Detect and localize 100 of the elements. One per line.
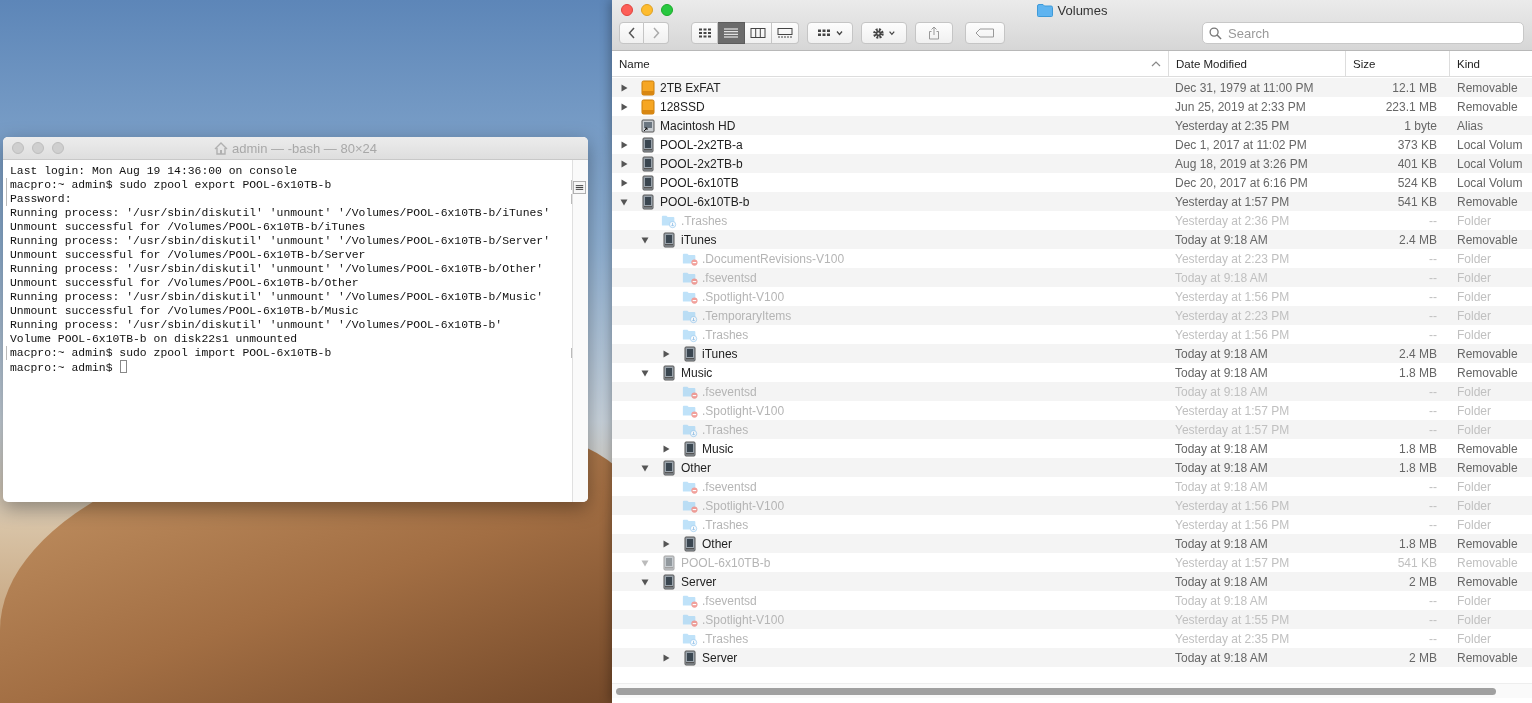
window-title: admin — -bash — 80×24: [232, 140, 377, 156]
kind-text: Removable: [1457, 99, 1518, 114]
size-text: 401 KB: [1397, 156, 1437, 171]
disclosure-triangle-icon[interactable]: [641, 368, 649, 377]
size-text: 2.4 MB: [1399, 232, 1437, 247]
file-row[interactable]: Server Today at 9:18 AM 2 MB Removable: [612, 648, 1532, 667]
gallery-view-button[interactable]: [772, 22, 799, 44]
disclosure-triangle-icon[interactable]: [620, 197, 628, 206]
size-text: 223.1 MB: [1385, 99, 1437, 114]
file-name: POOL-6x10TB: [660, 175, 739, 190]
action-menu-button[interactable]: [861, 22, 907, 44]
group-by-button[interactable]: [807, 22, 853, 44]
file-name: 128SSD: [660, 99, 705, 114]
file-row[interactable]: iTunes Today at 9:18 AM 2.4 MB Removable: [612, 230, 1532, 249]
disclosure-triangle-icon[interactable]: [662, 653, 670, 662]
disclosure-triangle-icon[interactable]: [641, 235, 649, 244]
size-text: 541 KB: [1397, 555, 1437, 570]
hard-drive-icon: [682, 535, 698, 552]
file-row[interactable]: Music Today at 9:18 AM 1.8 MB Removable: [612, 363, 1532, 382]
hard-drive-icon: [661, 459, 677, 476]
file-row[interactable]: POOL-2x2TB-a Dec 1, 2017 at 11:02 PM 373 KB Local Volum: [612, 135, 1532, 154]
disclosure-triangle-icon[interactable]: [641, 577, 649, 586]
share-icon: [928, 26, 940, 40]
file-row[interactable]: 2TB ExFAT Dec 31, 1979 at 11:00 PM 12.1 MB Removable: [612, 78, 1532, 97]
date-modified-text: Yesterday at 2:35 PM: [1175, 631, 1290, 646]
date-modified-text: Dec 31, 1979 at 11:00 PM: [1175, 80, 1314, 95]
columns-view-button[interactable]: [745, 22, 772, 44]
file-name: POOL-6x10TB-b: [681, 555, 771, 570]
size-text: --: [1429, 327, 1437, 342]
file-name: Server: [702, 650, 738, 665]
file-row[interactable]: iTunes Today at 9:18 AM 2.4 MB Removable: [612, 344, 1532, 363]
horizontal-scrollbar[interactable]: [612, 683, 1532, 698]
kind-text: Removable: [1457, 536, 1518, 551]
file-row[interactable]: POOL-6x10TB-b Yesterday at 1:57 PM 541 KB Removable: [612, 192, 1532, 211]
terminal-line: Running process: '/usr/sbin/diskutil' 'unmount' '/Volumes/POOL-6x10TB-b/Other': [9, 262, 545, 276]
file-name: Music: [702, 441, 734, 456]
file-row[interactable]: POOL-2x2TB-b Aug 18, 2019 at 3:26 PM 401 KB Local Volum: [612, 154, 1532, 173]
size-text: 541 KB: [1397, 194, 1437, 209]
disclosure-triangle-icon[interactable]: [620, 159, 628, 168]
column-header[interactable]: Size: [1345, 51, 1449, 76]
kind-text: Folder: [1457, 251, 1491, 266]
back-button[interactable]: [619, 22, 644, 44]
file-row[interactable]: Server Today at 9:18 AM 2 MB Removable: [612, 572, 1532, 591]
terminal-line: Running process: '/usr/sbin/diskutil' 'unmount' '/Volumes/POOL-6x10TB-b/Music': [9, 290, 545, 304]
date-modified-text: Today at 9:18 AM: [1175, 650, 1268, 665]
file-row[interactable]: Other Today at 9:18 AM 1.8 MB Removable: [612, 534, 1532, 553]
kind-text: Removable: [1457, 441, 1518, 456]
file-row[interactable]: Music Today at 9:18 AM 1.8 MB Removable: [612, 439, 1532, 458]
size-text: 1.8 MB: [1399, 536, 1437, 551]
hard-drive-icon: [661, 231, 677, 248]
scroll-marks-icon[interactable]: [573, 181, 586, 194]
file-name: .fseventsd: [702, 384, 757, 399]
kind-text: Removable: [1457, 555, 1518, 570]
terminal-line: Running process: '/usr/sbin/diskutil' 'unmount' '/Volumes/POOL-6x10TB-b': [9, 318, 504, 332]
list-view-button[interactable]: [718, 22, 745, 44]
date-modified-text: Jun 25, 2019 at 2:33 PM: [1175, 99, 1306, 114]
size-text: --: [1429, 612, 1437, 627]
file-name: .fseventsd: [702, 593, 757, 608]
file-name: POOL-2x2TB-b: [660, 156, 743, 171]
size-text: --: [1429, 422, 1437, 437]
close-button[interactable]: [621, 4, 633, 16]
disclosure-triangle-icon[interactable]: [620, 178, 628, 187]
file-row[interactable]: 128SSD Jun 25, 2019 at 2:33 PM 223.1 MB Removable: [612, 97, 1532, 116]
hard-drive-icon: [640, 174, 656, 191]
column-header[interactable]: Date Modified: [1168, 51, 1345, 76]
date-modified-text: Yesterday at 1:57 PM: [1175, 555, 1290, 570]
date-modified-text: Dec 1, 2017 at 11:02 PM: [1175, 137, 1307, 152]
file-name: Macintosh HD: [660, 118, 736, 133]
icons-view-button[interactable]: [691, 22, 718, 44]
column-header[interactable]: Name: [612, 51, 1168, 76]
disclosure-triangle-icon[interactable]: [620, 102, 628, 111]
file-name: Music: [681, 365, 713, 380]
scrollbar-thumb[interactable]: [616, 687, 1496, 695]
file-row[interactable]: Macintosh HD Yesterday at 2:35 PM 1 byte Alias: [612, 116, 1532, 135]
text-cursor: [119, 360, 127, 373]
column-header[interactable]: Kind: [1449, 51, 1532, 76]
file-name: Server: [681, 574, 717, 589]
hard-drive-icon: [640, 155, 656, 172]
search-field[interactable]: Search: [1202, 22, 1524, 44]
kind-text: Folder: [1457, 327, 1491, 342]
file-row[interactable]: Other Today at 9:18 AM 1.8 MB Removable: [612, 458, 1532, 477]
disclosure-triangle-icon[interactable]: [641, 463, 649, 472]
kind-text: Removable: [1457, 574, 1518, 589]
disclosure-triangle-icon[interactable]: [662, 539, 670, 548]
size-text: --: [1429, 384, 1437, 399]
file-name: Other: [702, 536, 732, 551]
file-name: .Trashes: [702, 517, 749, 532]
disclosure-triangle-icon[interactable]: [620, 83, 628, 92]
file-row[interactable]: POOL-6x10TB Dec 20, 2017 at 6:16 PM 524 KB Local Volum: [612, 173, 1532, 192]
date-modified-text: Today at 9:18 AM: [1175, 232, 1268, 247]
date-modified-text: Today at 9:18 AM: [1175, 479, 1268, 494]
disclosure-triangle-icon[interactable]: [662, 444, 670, 453]
file-name: .Trashes: [702, 422, 749, 437]
disclosure-triangle-icon[interactable]: [620, 140, 628, 149]
window-title: Volumes: [1057, 2, 1108, 18]
share-button[interactable]: [915, 22, 953, 44]
size-text: 1.8 MB: [1399, 365, 1437, 380]
terminal-line: Running process: '/usr/sbin/diskutil' 'unmount' '/Volumes/POOL-6x10TB-b/iTunes': [9, 206, 551, 220]
size-text: 12.1 MB: [1392, 80, 1437, 95]
disclosure-triangle-icon[interactable]: [662, 349, 670, 358]
